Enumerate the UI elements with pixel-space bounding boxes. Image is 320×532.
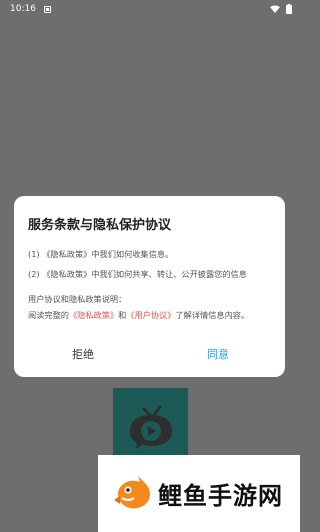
note-heading: 用户协议和隐私政策说明： — [28, 294, 127, 304]
user-agreement-link[interactable]: 《用户协议》 — [126, 310, 175, 320]
privacy-item-2: (2) 《隐私政策》中我们如何共享、转让、公开披露您的信息 — [28, 269, 247, 279]
clock: 10:16 — [10, 4, 36, 14]
reject-button[interactable]: 拒绝 — [72, 346, 94, 362]
agree-button[interactable]: 同意 — [207, 346, 229, 362]
notification-icon — [43, 5, 51, 13]
tv-chat-icon — [129, 405, 172, 449]
status-right — [270, 4, 292, 14]
app-icon — [113, 388, 188, 463]
dialog-title: 服务条款与隐私保护协议 — [28, 218, 172, 233]
note-text-3: 了解详情信息内容。 — [175, 310, 250, 320]
watermark-text: 鲤鱼手游网 — [158, 482, 283, 510]
fish-logo-icon — [114, 475, 150, 508]
status-bar: 10:16 — [0, 0, 300, 18]
wifi-icon — [270, 5, 280, 13]
watermark: 鲤鱼手游网 — [98, 455, 300, 532]
note-text-1: 阅读完整的 — [28, 310, 69, 320]
status-left: 10:16 — [10, 4, 51, 14]
note-line: 阅读完整的《隐私政策》和《用户协议》了解详情信息内容。 — [28, 309, 249, 321]
privacy-item-1: (1) 《隐私政策》中我们如何收集信息。 — [28, 249, 174, 259]
battery-icon — [286, 4, 292, 14]
privacy-policy-link[interactable]: 《隐私政策》 — [69, 310, 118, 320]
privacy-dialog: 服务条款与隐私保护协议 (1) 《隐私政策》中我们如何收集信息。 (2) 《隐私… — [14, 196, 285, 377]
